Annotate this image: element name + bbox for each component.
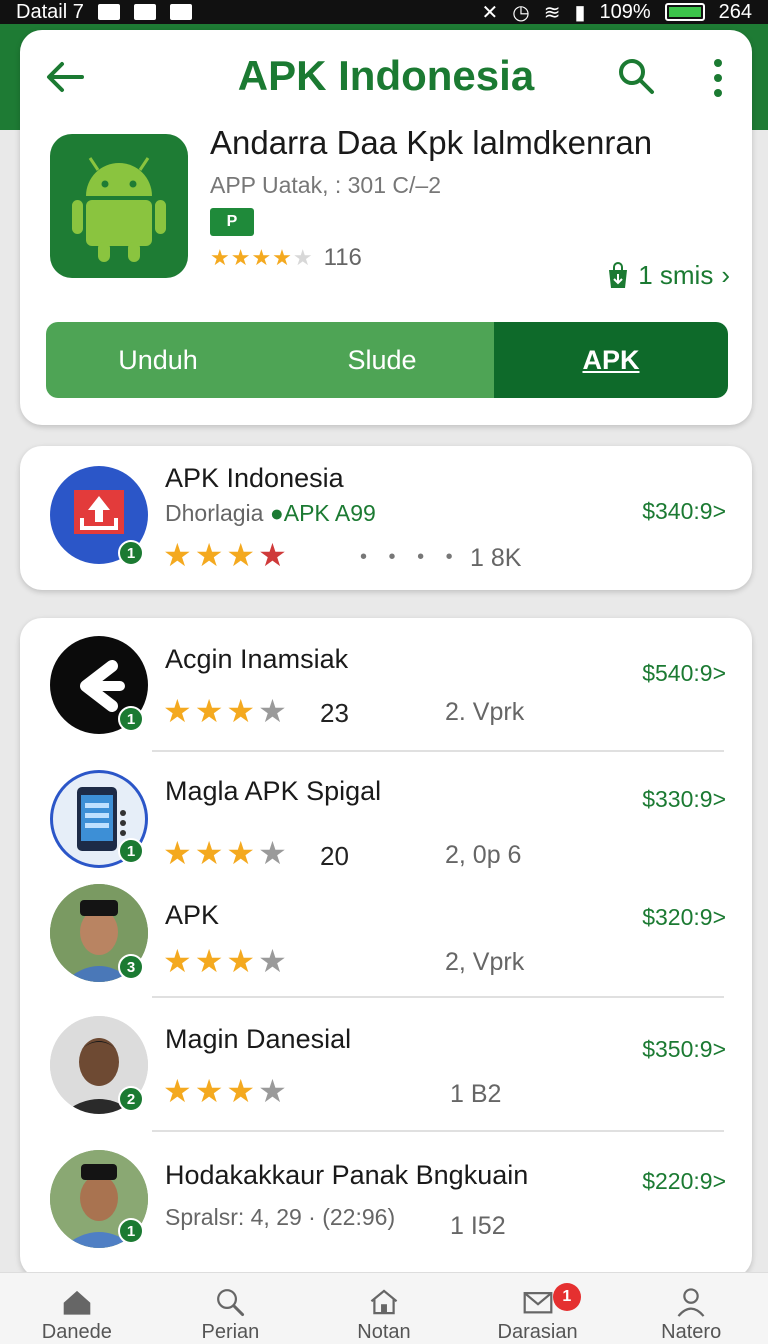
chevron-right-icon: › bbox=[721, 260, 730, 290]
bottom-navigation: Danede Perian Notan 1 Darasian Natero bbox=[0, 1272, 768, 1344]
nav-label: Darasian bbox=[497, 1321, 578, 1343]
rank-badge: 1 bbox=[118, 1218, 144, 1244]
rank-badge: 2 bbox=[118, 1086, 144, 1112]
featured-sub-text: Dhorlagia bbox=[165, 500, 264, 526]
rating-stars: ★★★★ bbox=[163, 537, 290, 573]
featured-app-card[interactable]: 1 APK Indonesia Dhorlagia ●APK A99 ★★★★ … bbox=[20, 446, 752, 590]
pager-dots: • • • • bbox=[360, 546, 461, 568]
rank-badge: 1 bbox=[118, 540, 144, 566]
divider bbox=[152, 750, 724, 752]
list-item-price[interactable]: $220:9> bbox=[642, 1168, 726, 1195]
list-item-price[interactable]: $330:9> bbox=[642, 786, 726, 813]
nav-label: Natero bbox=[661, 1321, 722, 1343]
wifi-icon: ≋ bbox=[543, 1, 561, 24]
app-list-card: 1 Acgin Inamsiak ★★★★ 23 2. Vprk $540:9>… bbox=[20, 618, 752, 1278]
divider bbox=[152, 996, 724, 998]
list-item-meta: 2, Vprk bbox=[445, 948, 525, 976]
rank-badge: 3 bbox=[118, 954, 144, 980]
app-detail-card: APK Indonesia Andarra Daa Kpk lalmdkenra… bbox=[20, 30, 752, 425]
alarm-icon: ◷ bbox=[512, 1, 530, 24]
top-app-bar: APK Indonesia bbox=[20, 30, 752, 122]
featured-sub-accent: APK A99 bbox=[283, 500, 376, 526]
featured-subtitle: Dhorlagia ●APK A99 bbox=[165, 500, 376, 527]
list-item-meta: 2, 0p 6 bbox=[445, 841, 522, 869]
rating-stars: ★★★★ bbox=[163, 693, 290, 729]
search-icon bbox=[217, 1289, 245, 1317]
tab-unduh[interactable]: Unduh bbox=[46, 322, 270, 398]
list-item-meta: 2. Vprk bbox=[445, 698, 525, 726]
card-icon bbox=[133, 4, 156, 20]
search-icon[interactable] bbox=[616, 56, 656, 96]
list-item-subtitle: Spralsr: 4, 29 · (22:96) bbox=[165, 1204, 396, 1230]
list-item-title[interactable]: APK bbox=[165, 900, 219, 931]
list-item-meta: 1 I52 bbox=[450, 1212, 506, 1240]
rating-count: 116 bbox=[323, 244, 362, 271]
featured-sub-accent-marker: ● bbox=[269, 500, 284, 526]
store-badge: P bbox=[210, 208, 254, 236]
plus-icon bbox=[169, 4, 192, 20]
nav-item-home[interactable]: Danede bbox=[0, 1273, 154, 1344]
photo-icon bbox=[97, 4, 120, 20]
rating-stars: ★★★★ bbox=[163, 835, 290, 871]
signal-icon: ▮ bbox=[574, 1, 586, 24]
nav-item-profile[interactable]: Natero bbox=[614, 1273, 768, 1344]
clock-label: 264 bbox=[718, 0, 752, 23]
featured-price[interactable]: $340:9> bbox=[642, 498, 726, 525]
android-app-icon bbox=[50, 134, 188, 278]
tab-apk[interactable]: APK bbox=[494, 322, 728, 398]
battery-label: 109% bbox=[599, 0, 651, 23]
nav-item-search[interactable]: Perian bbox=[154, 1273, 308, 1344]
list-item-title[interactable]: Magin Danesial bbox=[165, 1024, 351, 1055]
featured-meta: 1 8K bbox=[470, 544, 522, 572]
rating-stars: ★★★★ bbox=[163, 943, 290, 979]
nav-item-darasian[interactable]: 1 Darasian bbox=[461, 1273, 615, 1344]
segmented-control: Unduh Slude APK bbox=[46, 322, 728, 398]
app-rating: ★★★★★ 116 bbox=[210, 244, 362, 272]
nav-label: Perian bbox=[201, 1321, 260, 1343]
divider bbox=[152, 1130, 724, 1132]
download-bag-icon bbox=[609, 261, 628, 288]
list-item-price[interactable]: $350:9> bbox=[642, 1036, 726, 1063]
rating-stars: ★★★★★ bbox=[210, 245, 314, 270]
person-icon bbox=[677, 1288, 705, 1317]
battery-icon bbox=[664, 3, 705, 21]
status-bar: Datail 7 ✕ ◷ ≋ ▮ 109% 264 bbox=[0, 0, 768, 24]
downloads-link[interactable]: 1 smis › bbox=[606, 260, 730, 291]
notification-badge: 1 bbox=[552, 1283, 581, 1311]
rating-value: 23 bbox=[320, 698, 349, 728]
home-icon bbox=[63, 1290, 91, 1315]
list-item-price[interactable]: $320:9> bbox=[642, 904, 726, 931]
nav-item-notan[interactable]: Notan bbox=[307, 1273, 461, 1344]
rating-value: 20 bbox=[320, 841, 349, 871]
rank-badge: 1 bbox=[118, 706, 144, 732]
downloads-count: 1 smis bbox=[638, 260, 714, 290]
carrier-label: Datail 7 bbox=[16, 0, 84, 23]
rank-badge: 1 bbox=[118, 838, 144, 864]
house-icon bbox=[370, 1289, 398, 1315]
list-item-price[interactable]: $540:9> bbox=[642, 660, 726, 687]
list-item-meta: 1 B2 bbox=[450, 1080, 502, 1108]
app-name: Andarra Daa Kpk lalmdkenran bbox=[210, 124, 653, 161]
mute-icon: ✕ bbox=[481, 1, 499, 24]
nav-label: Notan bbox=[357, 1321, 411, 1343]
tab-slude[interactable]: Slude bbox=[270, 322, 494, 398]
app-meta: APP Uatak, : 301 C/–2 bbox=[210, 172, 441, 198]
list-item-title[interactable]: Hodakakkaur Panak Bngkuain bbox=[165, 1160, 528, 1191]
more-options-icon[interactable] bbox=[706, 58, 730, 98]
list-item-title[interactable]: Magla APK Spigal bbox=[165, 776, 381, 807]
featured-title: APK Indonesia bbox=[165, 463, 344, 493]
list-item-title[interactable]: Acgin Inamsiak bbox=[165, 644, 348, 675]
rating-stars: ★★★★ bbox=[163, 1073, 290, 1109]
nav-label: Danede bbox=[41, 1321, 112, 1343]
